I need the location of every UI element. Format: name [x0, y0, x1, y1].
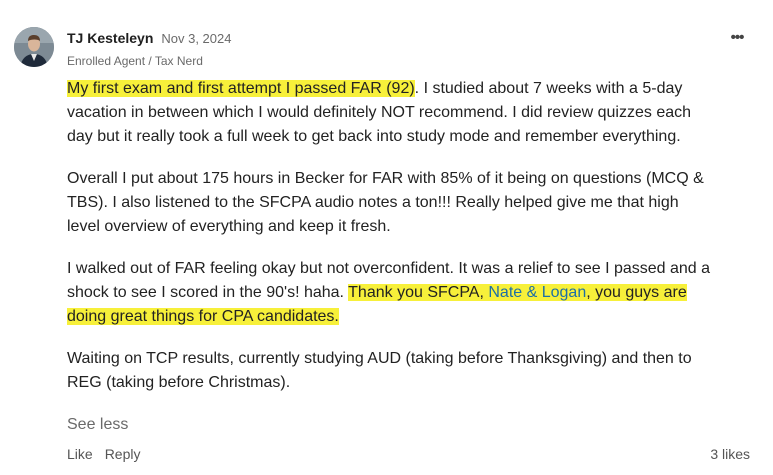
highlighted-text: Thank you SFCPA,	[348, 284, 489, 301]
avatar[interactable]	[14, 27, 54, 67]
mention-link[interactable]: Nate & Logan	[488, 284, 587, 301]
post-date: Nov 3, 2024	[161, 31, 232, 46]
like-button[interactable]: Like	[67, 446, 93, 462]
more-options-button[interactable]: •••	[726, 26, 748, 48]
see-less-link[interactable]: See less	[67, 416, 128, 434]
paragraph-3: I walked out of FAR feeling okay but not…	[67, 257, 715, 329]
author-line: TJ Kesteleyn Nov 3, 2024	[67, 30, 231, 50]
likes-count[interactable]: 3 likes	[710, 446, 750, 462]
more-dots-icon: •••	[730, 28, 745, 46]
paragraph-2: Overall I put about 175 hours in Becker …	[67, 170, 704, 235]
paragraph-4: Waiting on TCP results, currently studyi…	[67, 350, 692, 391]
avatar-photo-icon	[14, 27, 54, 67]
paragraph-1: My first exam and first attempt I passed…	[67, 77, 715, 149]
reply-button[interactable]: Reply	[105, 446, 141, 462]
comment-card: TJ Kesteleyn Nov 3, 2024 Enrolled Agent …	[0, 0, 773, 475]
user-title: Enrolled Agent / Tax Nerd	[67, 54, 203, 68]
author-name[interactable]: TJ Kesteleyn	[67, 30, 153, 46]
highlighted-text: My first exam and first attempt I passed…	[67, 80, 415, 97]
action-row: Like Reply	[67, 446, 140, 462]
comment-body: My first exam and first attempt I passed…	[67, 77, 715, 413]
